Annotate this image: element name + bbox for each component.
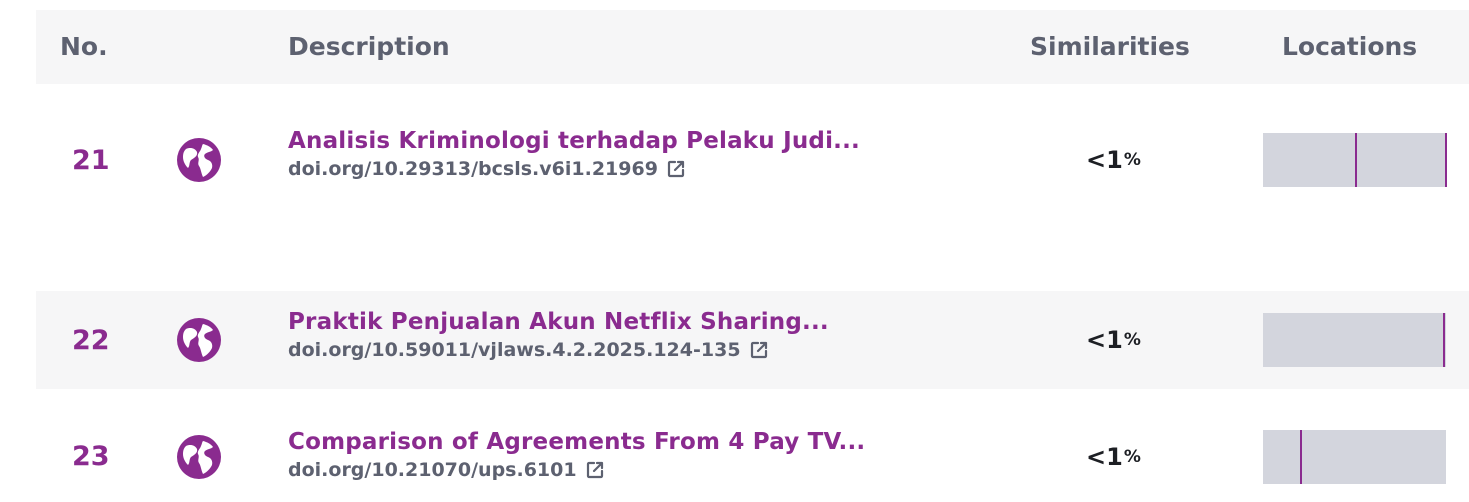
source-url-text[interactable]: doi.org/10.21070/ups.6101: [288, 459, 577, 481]
similarity-unit: %: [1123, 150, 1141, 170]
table-row[interactable]: 22 Praktik Penjualan Akun Netflix Sharing…: [36, 291, 1469, 389]
similarity-value: <1%: [1086, 411, 1141, 502]
external-link-icon[interactable]: [666, 159, 686, 179]
locations-bar[interactable]: [1263, 313, 1446, 367]
source-title-link[interactable]: Praktik Penjualan Akun Netflix Sharing..…: [288, 309, 829, 335]
table-header: No. Description Similarities Locations: [36, 10, 1469, 84]
location-marker[interactable]: [1355, 133, 1358, 187]
similarity-unit: %: [1123, 446, 1141, 467]
header-no: No.: [60, 32, 108, 61]
location-marker[interactable]: [1445, 133, 1448, 187]
source-url-link[interactable]: doi.org/10.21070/ups.6101: [288, 459, 865, 481]
header-similarities[interactable]: Similarities: [1030, 10, 1190, 84]
row-description: Analisis Kriminologi terhadap Pelaku Jud…: [288, 128, 860, 180]
table-row[interactable]: 21 Analisis Kriminologi terhadap Pelaku J…: [36, 110, 1469, 210]
source-url-text[interactable]: doi.org/10.29313/bcsls.v6i1.21969: [288, 158, 658, 180]
globe-icon: [176, 434, 222, 480]
globe-icon: [176, 317, 222, 363]
similarity-main: <1: [1086, 146, 1123, 174]
location-marker[interactable]: [1299, 429, 1302, 484]
header-description: Description: [288, 32, 450, 61]
source-url-text[interactable]: doi.org/10.59011/vjlaws.4.2.2025.124-135: [288, 339, 741, 361]
globe-icon: [176, 137, 222, 183]
locations-bar[interactable]: [1263, 133, 1448, 187]
similarity-value: <1%: [1086, 291, 1141, 389]
source-title-link[interactable]: Analisis Kriminologi terhadap Pelaku Jud…: [288, 128, 860, 154]
locations-bar[interactable]: [1263, 429, 1446, 484]
similarity-main: <1: [1086, 326, 1123, 354]
row-number: 21: [72, 144, 110, 176]
table-row[interactable]: 23 Comparison of Agreements From 4 Pay TV…: [36, 411, 1469, 502]
row-number: 22: [72, 324, 110, 356]
source-url-link[interactable]: doi.org/10.29313/bcsls.v6i1.21969: [288, 158, 860, 180]
header-locations: Locations: [1282, 32, 1418, 61]
source-url-link[interactable]: doi.org/10.59011/vjlaws.4.2.2025.124-135: [288, 339, 829, 361]
row-number: 23: [72, 441, 110, 472]
row-description: Comparison of Agreements From 4 Pay TV..…: [288, 429, 865, 481]
external-link-icon[interactable]: [749, 340, 769, 360]
similarity-value: <1%: [1086, 110, 1141, 210]
external-link-icon[interactable]: [585, 460, 605, 480]
similarity-main: <1: [1086, 442, 1123, 471]
source-title-link[interactable]: Comparison of Agreements From 4 Pay TV..…: [288, 429, 865, 455]
similarity-unit: %: [1123, 330, 1141, 350]
row-description: Praktik Penjualan Akun Netflix Sharing..…: [288, 309, 829, 361]
location-marker[interactable]: [1443, 313, 1446, 367]
